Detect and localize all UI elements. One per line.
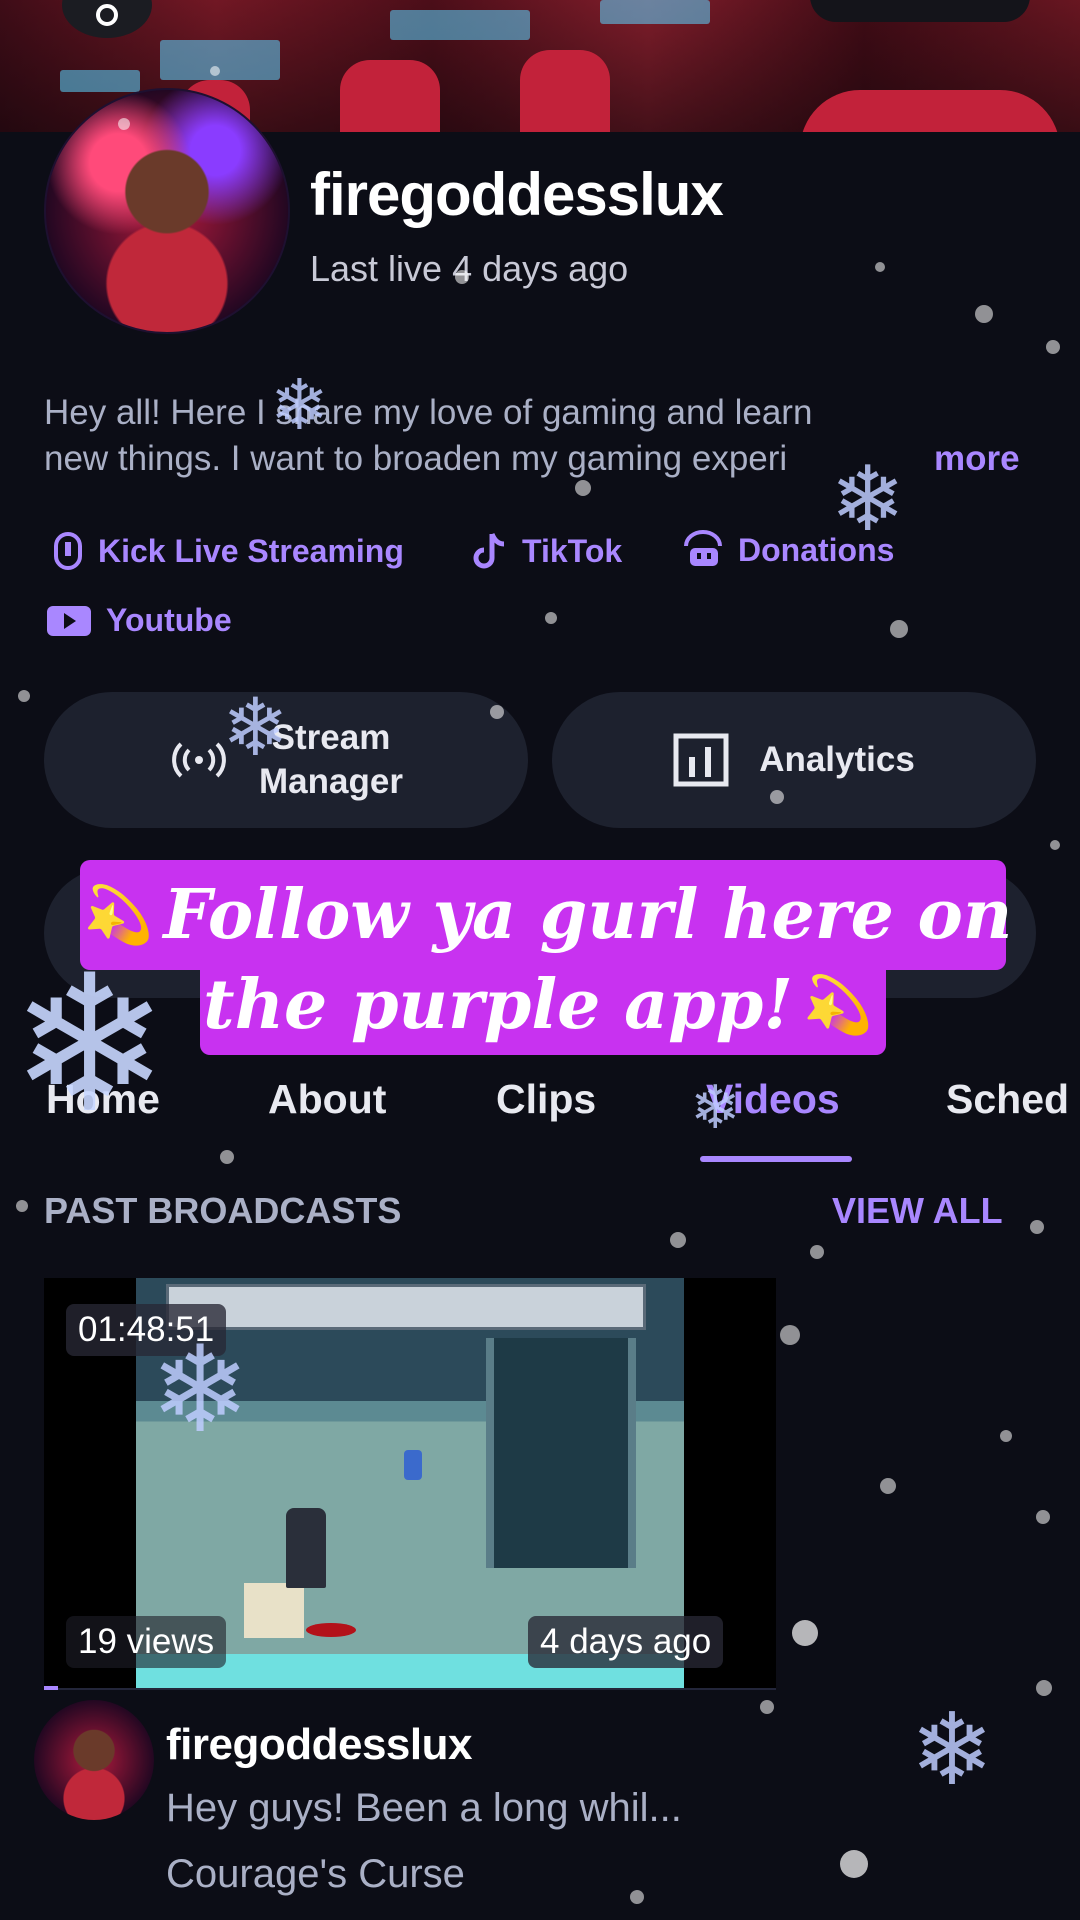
bio-more-link[interactable]: more <box>934 436 1020 482</box>
caption-text-2: the purple app! <box>203 965 794 1045</box>
link-youtube[interactable]: Youtube <box>46 602 232 639</box>
analytics-icon <box>673 733 729 787</box>
profile-bio: Hey all! Here I share my love of gaming … <box>44 390 1034 482</box>
duration-badge: 01:48:51 <box>66 1304 227 1356</box>
analytics-button[interactable]: Analytics <box>552 692 1036 828</box>
link-donations-label: Donations <box>738 531 895 568</box>
analytics-label: Analytics <box>759 740 915 779</box>
tiktok-icon <box>473 532 505 569</box>
broadcast-icon <box>172 742 226 778</box>
stream-manager-button[interactable]: Stream Manager <box>44 692 528 828</box>
tab-clips[interactable]: Clips <box>496 1076 596 1123</box>
dizzy-emoji-icon: 💫 <box>803 972 873 1038</box>
thumbnail-divider <box>44 1688 776 1690</box>
tab-home[interactable]: Home <box>46 1076 160 1123</box>
link-tiktok-label: TikTok <box>522 532 623 569</box>
banner-action-pill[interactable] <box>810 0 1030 22</box>
kick-icon <box>54 532 82 570</box>
view-all-link[interactable]: VIEW ALL <box>832 1190 1003 1232</box>
avatar <box>44 88 290 334</box>
video-title[interactable]: Hey guys! Been a long whil... <box>166 1786 682 1831</box>
last-live-status: Last live 4 days ago <box>310 248 629 289</box>
stream-manager-label-2: Manager <box>259 762 403 801</box>
video-avatar[interactable] <box>34 1700 154 1820</box>
donations-icon <box>684 530 722 566</box>
profile-tabs: Home About Clips Videos Sched <box>0 1076 1080 1166</box>
bio-line-1: Hey all! Here I share my love of gaming … <box>44 393 813 432</box>
video-thumbnail[interactable]: 01:48:51 19 views 4 days ago <box>44 1278 776 1688</box>
link-donations[interactable]: Donations <box>682 530 894 570</box>
dizzy-emoji-icon: 💫 <box>83 882 154 948</box>
gear-icon <box>96 4 118 26</box>
link-kick-label: Kick Live Streaming <box>98 532 404 569</box>
caption-line-1: 💫 Follow ya gurl here on <box>80 860 1012 970</box>
bio-line-2: new things. I want to broaden my gaming … <box>44 439 788 478</box>
tab-videos[interactable]: Videos <box>706 1076 840 1123</box>
caption-line-2: the purple app! 💫 <box>200 955 886 1055</box>
section-title: PAST BROADCASTS <box>44 1190 402 1231</box>
caption-text-1: Follow ya gurl here on <box>163 875 1013 955</box>
watch-progress-bar <box>44 1686 58 1690</box>
profile-username: firegoddesslux <box>310 161 724 228</box>
link-tiktok[interactable]: TikTok <box>472 530 622 572</box>
active-tab-indicator <box>700 1156 852 1162</box>
tab-schedule[interactable]: Sched <box>946 1076 1069 1123</box>
link-youtube-label: Youtube <box>106 602 232 638</box>
link-kick[interactable]: Kick Live Streaming <box>52 530 404 572</box>
views-badge: 19 views <box>66 1616 227 1668</box>
age-badge: 4 days ago <box>528 1616 724 1668</box>
video-game[interactable]: Courage's Curse <box>166 1852 465 1897</box>
youtube-icon <box>47 605 91 636</box>
stream-manager-label-1: Stream <box>271 718 391 757</box>
tab-about[interactable]: About <box>268 1076 386 1123</box>
video-username[interactable]: firegoddesslux <box>166 1720 472 1770</box>
